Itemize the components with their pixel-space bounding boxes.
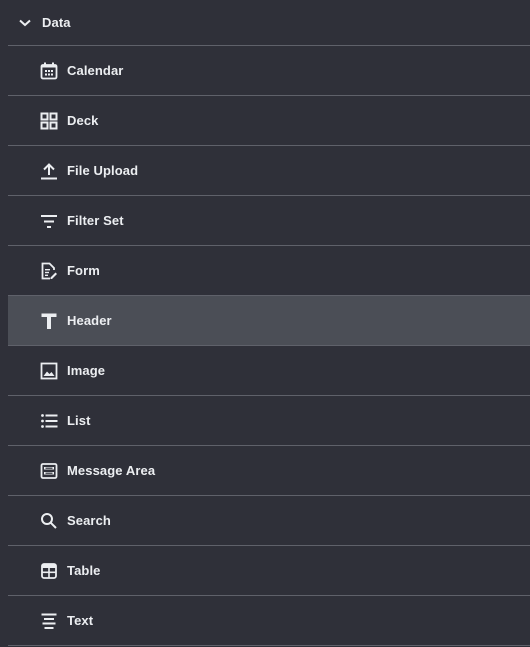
list-item-header[interactable]: Header xyxy=(8,296,530,346)
header-text-icon xyxy=(40,312,58,330)
list-item-list[interactable]: List xyxy=(8,396,530,446)
upload-icon xyxy=(40,162,58,180)
list-item-file-upload[interactable]: File Upload xyxy=(8,146,530,196)
list-item-calendar[interactable]: Calendar xyxy=(8,46,530,96)
message-area-icon xyxy=(40,462,58,480)
group-header-data[interactable]: Data xyxy=(8,0,530,46)
list-item-text[interactable]: Text xyxy=(8,596,530,646)
group-title: Data xyxy=(42,15,71,30)
item-label: Form xyxy=(67,263,100,278)
table-icon xyxy=(40,562,58,580)
item-label: Calendar xyxy=(67,63,124,78)
list-icon xyxy=(40,412,58,430)
list-item-search[interactable]: Search xyxy=(8,496,530,546)
image-icon xyxy=(40,362,58,380)
list-item-filter-set[interactable]: Filter Set xyxy=(8,196,530,246)
item-label: Deck xyxy=(67,113,99,128)
components-panel: Data Calendar Deck File Upload Filter Se… xyxy=(0,0,530,647)
list-item-table[interactable]: Table xyxy=(8,546,530,596)
text-align-center-icon xyxy=(40,612,58,630)
filter-icon xyxy=(40,212,58,230)
component-list: Calendar Deck File Upload Filter Set For… xyxy=(0,46,530,646)
item-label: Image xyxy=(67,363,106,378)
item-label: Search xyxy=(67,513,111,528)
search-icon xyxy=(40,512,58,530)
item-label: List xyxy=(67,413,91,428)
item-label: Filter Set xyxy=(67,213,124,228)
item-label: Table xyxy=(67,563,101,578)
list-item-message-area[interactable]: Message Area xyxy=(8,446,530,496)
list-item-deck[interactable]: Deck xyxy=(8,96,530,146)
list-item-image[interactable]: Image xyxy=(8,346,530,396)
item-label: Message Area xyxy=(67,463,156,478)
form-icon xyxy=(40,262,58,280)
item-label: Header xyxy=(67,313,112,328)
item-label: Text xyxy=(67,613,94,628)
calendar-icon xyxy=(40,62,58,80)
list-item-form[interactable]: Form xyxy=(8,246,530,296)
grid-icon xyxy=(40,112,58,130)
item-label: File Upload xyxy=(67,163,139,178)
chevron-down-icon[interactable] xyxy=(18,16,32,30)
